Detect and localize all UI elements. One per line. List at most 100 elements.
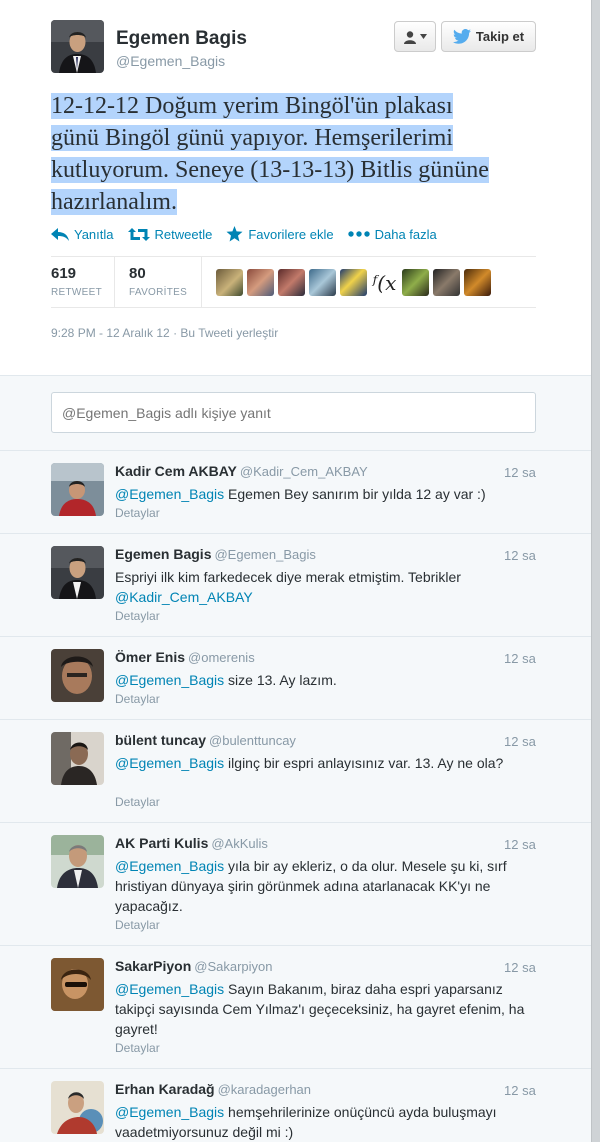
reply-time[interactable]: 12 sa xyxy=(504,548,536,563)
tweet-line: günü Bingöl günü yapıyor. Hemşerilerimi xyxy=(51,122,541,154)
reply-time[interactable]: 12 sa xyxy=(504,734,536,749)
reply-text: Espriyi ilk kim farkedecek diye merak et… xyxy=(115,567,530,607)
reply-mention[interactable]: @Egemen_Bagis xyxy=(115,981,224,997)
favorite-count-label: FAVORİTES xyxy=(129,287,188,298)
more-label: Daha fazla xyxy=(374,226,437,242)
reply-author-name[interactable]: Egemen Bagis xyxy=(115,546,211,562)
reply-mention[interactable]: @Egemen_Bagis xyxy=(115,486,224,502)
reply-header: Erhan Karadağ @karadagerhan xyxy=(115,1081,311,1097)
reply-mention[interactable]: @Egemen_Bagis xyxy=(115,858,224,874)
reply-details-link[interactable]: Detaylar xyxy=(115,692,160,706)
author-name[interactable]: Egemen Bagis xyxy=(116,28,247,50)
reply-author-name[interactable]: AK Parti Kulis xyxy=(115,835,208,851)
retweeter-avatar[interactable]: ᶠ(x xyxy=(371,269,398,296)
reply-avatar[interactable] xyxy=(51,463,104,516)
reply-time[interactable]: 12 sa xyxy=(504,960,536,975)
reply-details-link[interactable]: Detaylar xyxy=(115,506,160,520)
tweet-line-text: 12-12-12 Doğum yerim Bingöl'ün plakası xyxy=(51,93,453,119)
retweeter-avatar[interactable] xyxy=(433,269,460,296)
reply-time[interactable]: 12 sa xyxy=(504,837,536,852)
reply-text: @Egemen_Bagis yıla bir ay ekleriz, o da … xyxy=(115,856,530,916)
reply-details-link[interactable]: Detaylar xyxy=(115,609,160,623)
tweet-line: hazırlanalım. xyxy=(51,186,541,218)
reply-author-handle[interactable]: @Kadir_Cem_AKBAY xyxy=(240,464,368,479)
reply-author-handle[interactable]: @bulenttuncay xyxy=(209,733,296,748)
reply-text: @Egemen_Bagis ilginç bir espri anlayısın… xyxy=(115,753,530,773)
reply-avatar[interactable] xyxy=(51,546,104,599)
author-avatar[interactable] xyxy=(51,20,104,73)
reply-mention[interactable]: @Egemen_Bagis xyxy=(115,672,224,688)
reply-time[interactable]: 12 sa xyxy=(504,651,536,666)
reply-author-handle[interactable]: @omerenis xyxy=(188,650,255,665)
retweet-action[interactable]: Retweetle xyxy=(127,226,212,242)
retweeter-avatar[interactable] xyxy=(247,269,274,296)
reply-text: @Egemen_Bagis Sayın Bakanım, biraz daha … xyxy=(115,979,530,1039)
retweeter-avatar[interactable] xyxy=(402,269,429,296)
reply-author-handle[interactable]: @Egemen_Bagis xyxy=(214,547,315,562)
retweeter-avatars: ᶠ(x xyxy=(216,269,491,296)
reply-avatar[interactable] xyxy=(51,958,104,1011)
reply-item[interactable]: Erhan Karadağ @karadagerhan 12 sa @Egemen… xyxy=(0,1069,591,1142)
reply-author-name[interactable]: Ömer Enis xyxy=(115,649,185,665)
reply-time[interactable]: 12 sa xyxy=(504,465,536,480)
reply-item[interactable]: AK Parti Kulis @AkKulis 12 sa @Egemen_Bag… xyxy=(0,823,591,946)
reply-author-name[interactable]: Erhan Karadağ xyxy=(115,1081,215,1097)
reply-mention[interactable]: @Egemen_Bagis xyxy=(115,1104,224,1120)
tweet-timestamp[interactable]: 9:28 PM - 12 Aralık 12 · Bu Tweeti yerle… xyxy=(51,326,278,340)
reply-item[interactable]: Egemen Bagis @Egemen_Bagis 12 sa Espriyi … xyxy=(0,534,591,637)
reply-details-link[interactable]: Detaylar xyxy=(115,1041,160,1055)
reply-author-handle[interactable]: @Sakarpiyon xyxy=(194,959,272,974)
reply-item[interactable]: bülent tuncay @bulenttuncay 12 sa @Egemen… xyxy=(0,720,591,823)
replies-list: Kadir Cem AKBAY @Kadir_Cem_AKBAY 12 sa @E… xyxy=(0,451,591,1142)
reply-header: SakarPiyon @Sakarpiyon xyxy=(115,958,273,974)
retweet-count-label: RETWEET xyxy=(51,287,102,298)
reply-mention[interactable]: @Kadir_Cem_AKBAY xyxy=(115,589,253,605)
person-icon xyxy=(404,30,416,44)
reply-avatar[interactable] xyxy=(51,1081,104,1134)
reply-avatar[interactable] xyxy=(51,649,104,702)
reply-details-link[interactable]: Detaylar xyxy=(115,795,160,809)
reply-item[interactable]: SakarPiyon @Sakarpiyon 12 sa @Egemen_Bagi… xyxy=(0,946,591,1069)
retweeter-avatar[interactable] xyxy=(340,269,367,296)
reply-item[interactable]: Kadir Cem AKBAY @Kadir_Cem_AKBAY 12 sa @E… xyxy=(0,451,591,534)
favorite-action[interactable]: Favorilere ekle xyxy=(226,226,334,242)
stat-divider xyxy=(114,257,115,308)
retweeter-avatar[interactable] xyxy=(278,269,305,296)
tweet-actions: Yanıtla Retweetle Favorilere ekle Daha f… xyxy=(51,226,451,242)
reply-author-name[interactable]: Kadir Cem AKBAY xyxy=(115,463,237,479)
reply-header: Egemen Bagis @Egemen_Bagis xyxy=(115,546,316,562)
reply-time[interactable]: 12 sa xyxy=(504,1083,536,1098)
favorite-count-value: 80 xyxy=(129,265,146,282)
more-action[interactable]: Daha fazla xyxy=(347,226,437,242)
reply-label: Yanıtla xyxy=(74,226,114,242)
retweeter-avatar[interactable] xyxy=(216,269,243,296)
main-tweet: Egemen Bagis @Egemen_Bagis Takip et 12-1… xyxy=(0,0,591,375)
reply-author-handle[interactable]: @AkKulis xyxy=(211,836,268,851)
tweet-text: 12-12-12 Doğum yerim Bingöl'ün plakası g… xyxy=(51,90,541,218)
follow-button[interactable]: Takip et xyxy=(441,21,536,52)
reply-details-link[interactable]: Detaylar xyxy=(115,918,160,932)
reply-action[interactable]: Yanıtla xyxy=(51,226,114,242)
reply-avatar[interactable] xyxy=(51,732,104,785)
user-actions-dropdown[interactable] xyxy=(394,21,436,52)
retweeter-avatar[interactable] xyxy=(464,269,491,296)
reply-mention[interactable]: @Egemen_Bagis xyxy=(115,755,224,771)
reply-area xyxy=(0,375,591,451)
reply-body: ilginç bir espri anlayısınız var. 13. Ay… xyxy=(224,755,504,771)
retweet-count[interactable]: 619 RETWEET xyxy=(51,265,102,298)
reply-author-name[interactable]: bülent tuncay xyxy=(115,732,206,748)
reply-avatar[interactable] xyxy=(51,835,104,888)
reply-item[interactable]: Ömer Enis @omerenis 12 sa @Egemen_Bagis s… xyxy=(0,637,591,720)
retweet-count-value: 619 xyxy=(51,265,77,282)
tweet-line-text: hazırlanalım. xyxy=(51,189,177,215)
retweet-icon xyxy=(127,227,150,241)
reply-body: size 13. Ay lazım. xyxy=(224,672,337,688)
favorite-count[interactable]: 80 FAVORİTES xyxy=(129,265,187,298)
reply-author-name[interactable]: SakarPiyon xyxy=(115,958,191,974)
retweeter-avatar[interactable] xyxy=(309,269,336,296)
tweet-line: 12-12-12 Doğum yerim Bingöl'ün plakası xyxy=(51,90,541,122)
author-handle[interactable]: @Egemen_Bagis xyxy=(116,53,225,69)
reply-input[interactable] xyxy=(51,392,536,433)
reply-author-handle[interactable]: @karadagerhan xyxy=(218,1082,311,1097)
reply-icon xyxy=(51,227,69,241)
